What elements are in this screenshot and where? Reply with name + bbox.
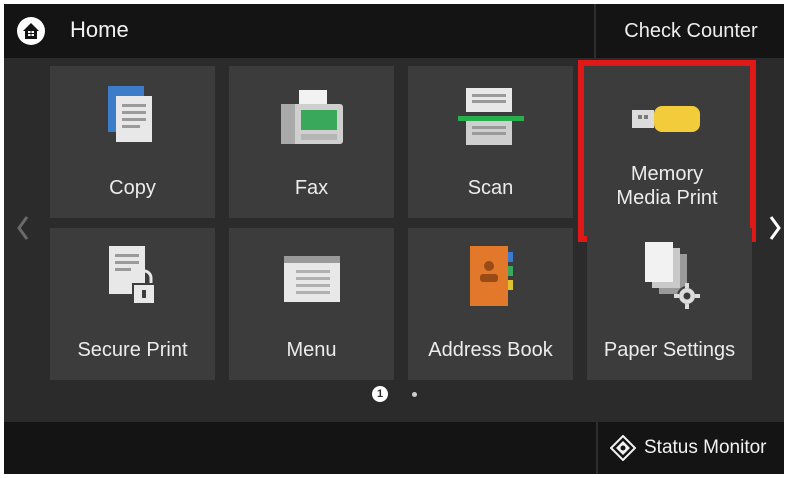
tile-address-book[interactable]: Address Book [408, 228, 573, 380]
tile-address-book-label: Address Book [428, 339, 553, 361]
tile-paper-settings[interactable]: Paper Settings [587, 228, 752, 380]
status-monitor-label: Status Monitor [644, 437, 767, 458]
next-page-arrow-icon[interactable] [768, 214, 782, 242]
tile-menu-label: Menu [286, 339, 337, 361]
address-book-icon [469, 246, 513, 306]
fax-icon [280, 90, 343, 144]
tile-scan[interactable]: Scan [408, 66, 573, 218]
top-bar: Home Check Counter [4, 4, 784, 58]
tile-secure-print-label: Secure Print [77, 339, 188, 361]
tile-fax-label: Fax [294, 177, 329, 199]
tile-menu[interactable]: Menu [229, 228, 394, 380]
scan-icon [457, 88, 524, 145]
copy-icon [107, 86, 152, 142]
page-indicator-current: 1 [372, 386, 388, 402]
menu-icon [283, 256, 340, 302]
paper-settings-icon [644, 242, 700, 309]
tile-copy[interactable]: Copy [50, 66, 215, 218]
printer-home-screen: Home Check Counter Copy Fax Scan Memory … [4, 4, 784, 474]
usb-memory-icon [632, 106, 700, 132]
tile-memory-media-print[interactable]: Memory Media Print [578, 60, 756, 242]
tile-copy-label: Copy [109, 177, 156, 199]
tile-secure-print[interactable]: Secure Print [50, 228, 215, 380]
status-monitor-button[interactable]: Status Monitor [596, 422, 786, 474]
tile-memory-media-print-label: Memory Media Print [616, 163, 718, 209]
secure-print-icon [108, 246, 156, 305]
page-indicator-dot[interactable] [412, 392, 417, 397]
tile-fax[interactable]: Fax [229, 66, 394, 218]
check-counter-button[interactable]: Check Counter [594, 4, 786, 58]
tile-scan-label: Scan [467, 177, 514, 199]
previous-page-arrow-icon[interactable] [16, 214, 30, 242]
home-icon[interactable] [16, 16, 46, 46]
bottom-bar: Status Monitor [4, 422, 784, 474]
tile-paper-settings-label: Paper Settings [603, 339, 736, 361]
status-monitor-icon [610, 435, 636, 461]
home-title: Home [70, 17, 129, 42]
page-indicator: 1 [372, 386, 432, 402]
